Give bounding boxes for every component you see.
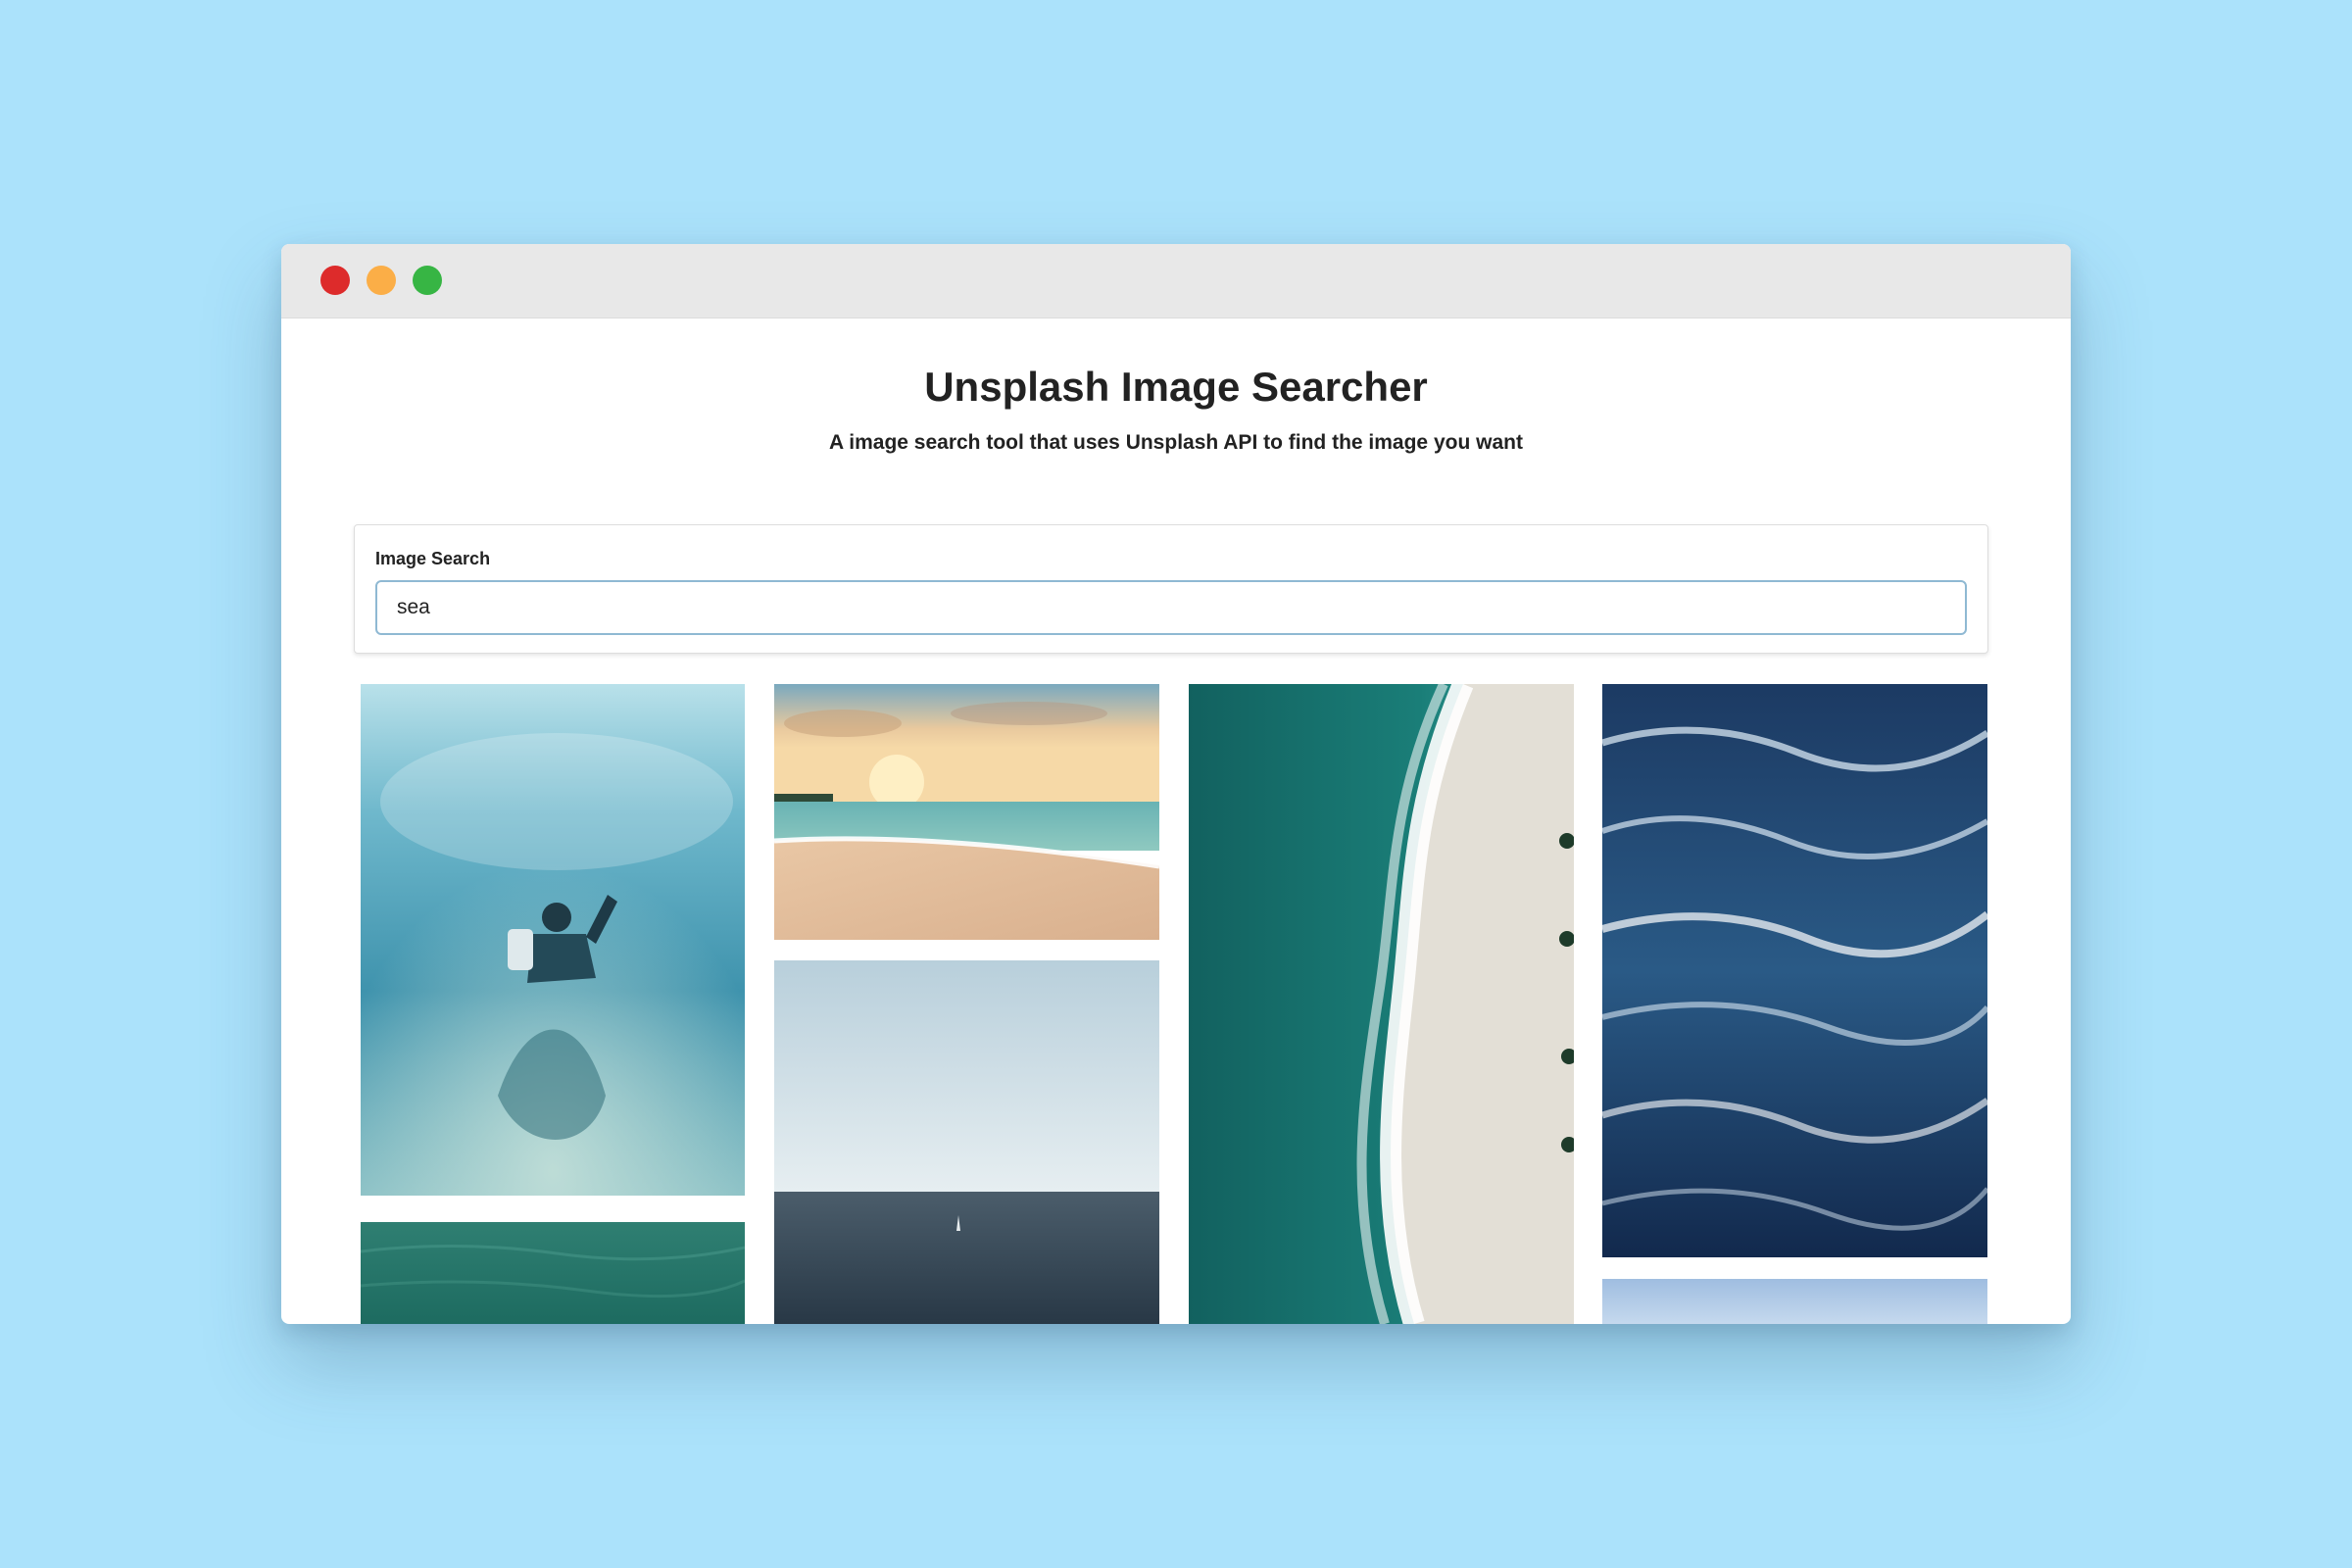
- aerial-shoreline-image: [1189, 684, 1574, 1324]
- window-titlebar: [281, 244, 2071, 318]
- search-card: Image Search: [354, 524, 1988, 654]
- green-water-photo[interactable]: [361, 1222, 745, 1324]
- zoom-window-button[interactable]: [413, 266, 442, 295]
- sailboat-horizon-image: [774, 960, 1159, 1324]
- browser-window: Unsplash Image Searcher A image search t…: [281, 244, 2071, 1324]
- underwater-diver-image: [361, 684, 745, 1196]
- deep-ocean-waves-photo[interactable]: [1602, 684, 1987, 1257]
- search-input[interactable]: [375, 580, 1967, 635]
- underwater-diver-photo[interactable]: [361, 684, 745, 1196]
- sky-image: [1602, 1279, 1987, 1324]
- beach-sunset-photo[interactable]: [774, 684, 1159, 940]
- close-window-button[interactable]: [320, 266, 350, 295]
- ocean-waves-image: [1602, 684, 1987, 1257]
- page-title: Unsplash Image Searcher: [924, 364, 1428, 410]
- minimize-window-button[interactable]: [367, 266, 396, 295]
- page-subtitle: A image search tool that uses Unsplash A…: [829, 431, 1523, 454]
- search-label: Image Search: [375, 549, 491, 568]
- green-water-image: [361, 1222, 745, 1324]
- beach-sunset-image: [774, 684, 1159, 940]
- ocean-horizon-sailboat-photo[interactable]: [774, 960, 1159, 1324]
- aerial-beach-waves-photo[interactable]: [1189, 684, 1574, 1324]
- sky-photo[interactable]: [1602, 1279, 1987, 1324]
